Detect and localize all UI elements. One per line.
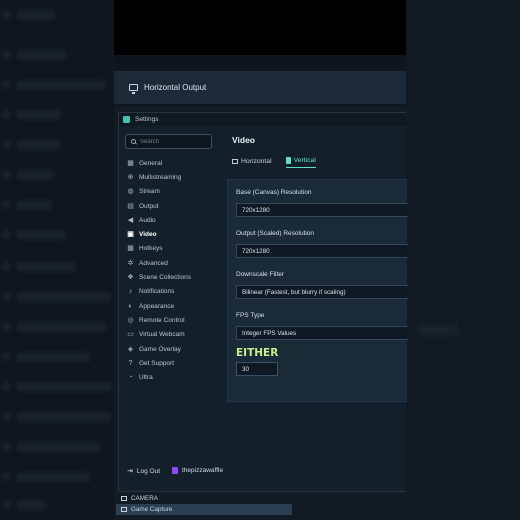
sidebar-item-advanced[interactable]: ✲ Advanced xyxy=(127,256,227,270)
game-capture-icon xyxy=(121,507,127,512)
ultra-icon: ◔ xyxy=(128,374,133,382)
settings-title: Settings xyxy=(135,116,159,123)
keyboard-icon: ▦ xyxy=(127,245,134,253)
sidebar-item-hotkeys[interactable]: ▦ Hotkeys xyxy=(127,242,227,256)
video-icon: ▣ xyxy=(127,231,134,239)
sidebar-item-stream[interactable]: ◍ Stream xyxy=(127,185,227,199)
sidebar-item-output[interactable]: ▤ Output xyxy=(127,199,227,213)
username: thepizzawaffle xyxy=(182,467,224,474)
sidebar-item-game-overlay[interactable]: ◈ Game Overlay xyxy=(127,342,227,356)
gears-icon: ✲ xyxy=(127,259,134,267)
search-box[interactable] xyxy=(125,134,212,149)
horizontal-output-title: Horizontal Output xyxy=(144,83,207,92)
palette-icon: ◐ xyxy=(128,302,133,310)
settings-sidebar: ▦General ⊕Multistreaming ◍Stream ▤Output… xyxy=(119,126,227,493)
collection-icon: ❖ xyxy=(127,274,134,282)
help-icon: ? xyxy=(128,359,133,367)
camera-icon xyxy=(121,496,127,501)
sidebar-item-scene-collections[interactable]: ❖ Scene Collections xyxy=(127,270,227,284)
multistream-icon: ⊕ xyxy=(127,173,134,181)
tab-horizontal[interactable]: Horizontal xyxy=(232,157,272,168)
globe-icon: ◍ xyxy=(127,188,134,196)
sidebar-item-remote-control[interactable]: ◎ Remote Control xyxy=(127,313,227,327)
tab-vertical[interactable]: Vertical xyxy=(285,157,316,168)
sidebar-item-multistreaming[interactable]: ⊕ Multistreaming xyxy=(127,170,227,184)
output-resolution-field[interactable]: 720x1280 xyxy=(236,244,408,258)
fps-type-select[interactable]: Integer FPS Values xyxy=(236,326,408,340)
source-item-game-capture[interactable]: Game Capture xyxy=(116,504,292,515)
output-resolution-label: Output (Scaled) Resolution xyxy=(236,230,315,237)
twitch-icon xyxy=(172,467,178,474)
search-icon xyxy=(131,139,136,144)
settings-window: Settings ▦General ⊕Multistreaming ◍Strea… xyxy=(118,112,408,493)
horizontal-output-header: Horizontal Output xyxy=(114,71,406,105)
downscale-filter-label: Downscale Filter xyxy=(236,271,285,278)
base-resolution-field[interactable]: 720x1280 xyxy=(236,203,408,217)
overlay-icon: ◈ xyxy=(127,345,134,353)
sidebar-item-notifications[interactable]: ♪ Notifications xyxy=(127,285,227,299)
sidebar-item-virtual-webcam[interactable]: ▭ Virtual Webcam xyxy=(127,328,227,342)
sidebar-item-appearance[interactable]: ◐ Appearance xyxy=(127,299,227,313)
search-input[interactable] xyxy=(140,138,200,145)
source-item-camera[interactable]: CAMERA xyxy=(116,493,292,504)
fps-type-label: FPS Type xyxy=(236,312,265,319)
preview-area xyxy=(114,0,406,55)
caption-overlay-text: EITHER xyxy=(236,347,279,359)
logout-button[interactable]: ⇥ Log Out xyxy=(127,467,161,476)
fps-value-field[interactable]: 30 xyxy=(236,362,278,376)
base-resolution-label: Base (Canvas) Resolution xyxy=(236,189,312,196)
webcam-icon: ▭ xyxy=(127,331,134,339)
app-logo-icon xyxy=(123,116,130,123)
sidebar-item-audio[interactable]: ◀ Audio xyxy=(127,213,227,227)
sidebar-item-get-support[interactable]: ? Get Support xyxy=(127,356,227,370)
phone-icon xyxy=(285,157,291,164)
settings-nav: ▦ General ⊕ Multistreaming ◍ Stream ▤ Output… xyxy=(127,156,227,385)
output-tabs: Horizontal Vertical xyxy=(232,157,330,168)
speaker-icon: ◀ xyxy=(127,216,134,224)
video-settings-panel: Base (Canvas) Resolution 720x1280 Output… xyxy=(227,179,408,402)
sidebar-item-general[interactable]: ▦ General xyxy=(127,156,227,170)
monitor-icon xyxy=(232,158,238,164)
logout-label: Log Out xyxy=(136,467,161,475)
output-icon: ▤ xyxy=(127,202,134,210)
remote-icon: ◎ xyxy=(127,316,134,324)
sources-list: CAMERA Game Capture xyxy=(116,493,292,515)
sidebar-item-video[interactable]: ▣ Video xyxy=(127,227,227,241)
user-account[interactable]: thepizzawaffle xyxy=(172,467,223,474)
page-title: Video xyxy=(232,135,255,145)
monitor-icon xyxy=(129,84,138,94)
settings-titlebar: Settings xyxy=(119,113,406,126)
bell-icon: ♪ xyxy=(128,288,133,296)
logout-icon: ⇥ xyxy=(127,468,133,475)
downscale-filter-select[interactable]: Bilinear (Fastest, but blurry if scaling… xyxy=(236,285,408,299)
blurred-background-right xyxy=(406,0,520,520)
sidebar-item-ultra[interactable]: ◔ Ultra xyxy=(127,370,227,384)
blurred-background-left xyxy=(0,0,114,520)
settings-content: Video Horizontal Vertical Base (Canvas) … xyxy=(227,126,408,493)
grid-icon: ▦ xyxy=(127,159,134,167)
